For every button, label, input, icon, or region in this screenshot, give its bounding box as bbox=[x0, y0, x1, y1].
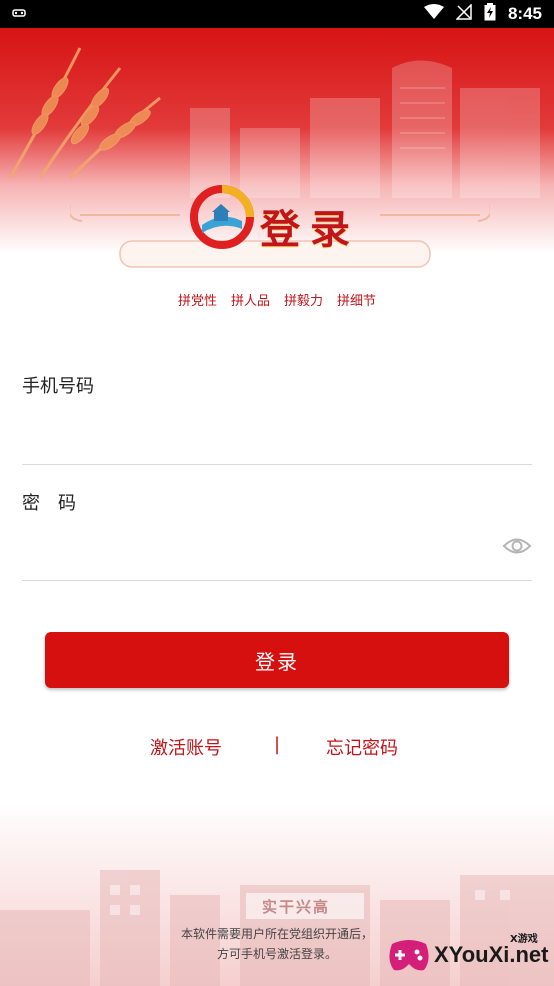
no-signal-icon bbox=[455, 3, 472, 24]
phone-input[interactable] bbox=[22, 410, 532, 454]
password-label: 密 码 bbox=[22, 493, 76, 514]
gamepad-logo-icon bbox=[389, 940, 429, 971]
login-button[interactable]: 登录 bbox=[45, 632, 509, 688]
footer-sign-text: 实干兴高 bbox=[262, 898, 331, 916]
slogan-row: 拼党性 拼人品 拼毅力 拼细节 bbox=[0, 290, 554, 309]
site-watermark: X游戏 XYouXi.net bbox=[384, 930, 552, 980]
forgot-password-link[interactable]: 忘记密码 bbox=[326, 734, 398, 760]
password-divider bbox=[22, 580, 532, 581]
show-password-eye-icon[interactable] bbox=[502, 534, 532, 562]
page-title: 登录 bbox=[260, 207, 360, 253]
app-logo-icon bbox=[190, 185, 254, 249]
logo-plaque: 登录 bbox=[70, 185, 490, 271]
watermark-brand: XYouXi.net bbox=[434, 942, 549, 967]
phone-label: 手机号码 bbox=[22, 376, 94, 397]
wheat-icon bbox=[8, 47, 161, 180]
wifi-icon bbox=[423, 4, 444, 24]
city-skyline-icon bbox=[190, 60, 540, 198]
link-separator: | bbox=[274, 734, 281, 755]
slogan-item: 拼人品 bbox=[230, 294, 270, 309]
slogan-item: 拼毅力 bbox=[284, 294, 324, 309]
password-input[interactable] bbox=[22, 526, 492, 570]
status-time: 8:45 bbox=[507, 4, 542, 23]
notification-icon bbox=[12, 8, 26, 21]
account-links: 激活账号 | 忘记密码 bbox=[0, 734, 554, 760]
status-bar: 8:45 bbox=[0, 0, 554, 28]
slogan-item: 拼党性 bbox=[177, 294, 217, 309]
battery-icon bbox=[484, 3, 496, 25]
activate-account-link[interactable]: 激活账号 bbox=[150, 734, 222, 760]
slogan-item: 拼细节 bbox=[337, 294, 377, 309]
phone-divider bbox=[22, 464, 532, 465]
